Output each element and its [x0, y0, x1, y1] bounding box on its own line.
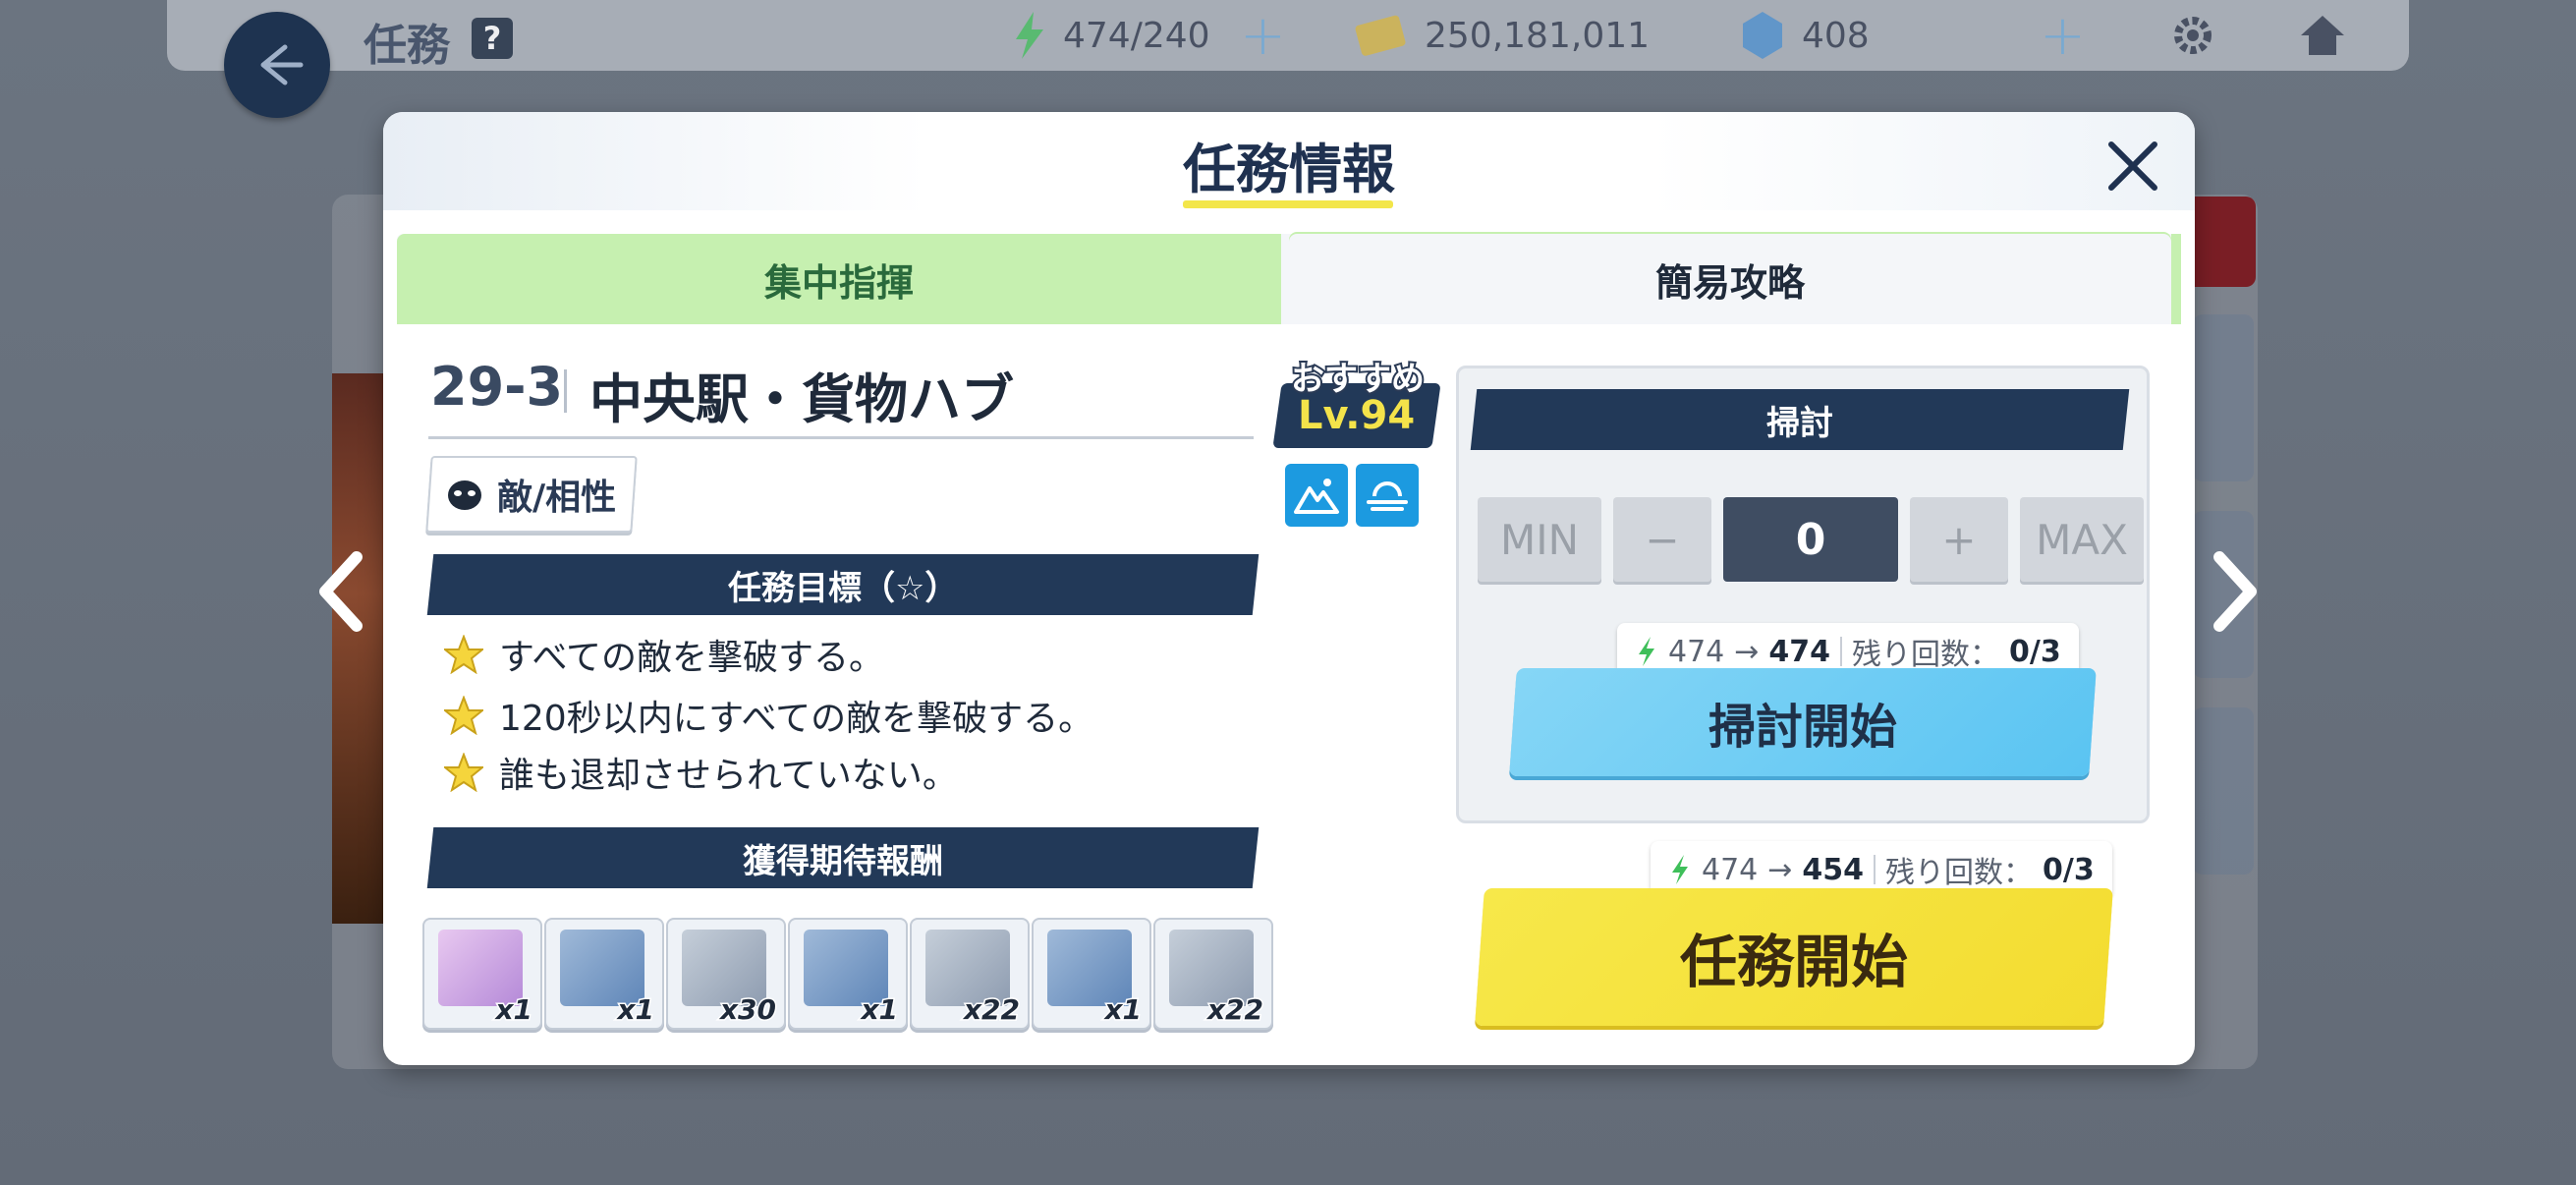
close-button[interactable]: [2099, 132, 2167, 200]
help-button[interactable]: ?: [472, 18, 513, 59]
tab-focused-command[interactable]: 集中指揮: [397, 234, 1281, 324]
reward-item[interactable]: x22: [910, 918, 1030, 1030]
arrow-left-icon: [260, 44, 304, 85]
add-gems-button[interactable]: +: [2040, 4, 2086, 68]
star-icon: [444, 635, 483, 674]
start-sweep-label: 掃討開始: [1708, 700, 1897, 755]
sweep-header: 掃討: [1470, 389, 2130, 450]
reward-quantity: x30: [718, 992, 777, 1028]
mission-info-dialog: 任務情報 集中指揮 簡易攻略 29-3 中央駅・貨物ハブ Lv.94 おすすめ …: [383, 112, 2195, 1065]
sweep-remaining: 0/3: [2009, 634, 2061, 669]
star-icon: [444, 696, 483, 735]
sweep-max-button[interactable]: MAX: [2020, 497, 2144, 582]
divider: [1874, 855, 1876, 884]
sweep-count[interactable]: 0: [1723, 497, 1898, 582]
credits-counter: 250,181,011: [1425, 16, 1651, 56]
chevron-left-icon: [319, 551, 363, 632]
background-image: [332, 373, 383, 924]
recommended-label: おすすめ: [1289, 358, 1427, 401]
objective-text: 誰も退却させられていない。: [499, 756, 958, 796]
divider: [428, 436, 1254, 439]
sweep-minus-button[interactable]: −: [1613, 497, 1711, 582]
enemy-info-button[interactable]: 敵/相性: [425, 456, 638, 533]
reward-item[interactable]: x1: [544, 918, 664, 1030]
gems-counter: 408: [1802, 16, 1870, 56]
background-card: [2193, 707, 2254, 875]
mission-ap-to: 454: [1802, 852, 1865, 887]
gem-icon: [1743, 12, 1782, 59]
enemy-info-label: 敵/相性: [497, 478, 617, 518]
reward-quantity: x1: [616, 992, 656, 1028]
reward-quantity: x1: [1103, 992, 1144, 1028]
reward-item[interactable]: x1: [788, 918, 908, 1030]
sweep-ap-to: 474: [1768, 634, 1831, 669]
start-mission-label: 任務開始: [1679, 929, 1908, 995]
reward-quantity: x22: [962, 992, 1021, 1028]
divider: [1840, 637, 1843, 666]
cloud-fog-icon: [1367, 481, 1408, 511]
objective-item: すべての敵を撃破する。: [444, 627, 884, 682]
home-icon[interactable]: [2295, 8, 2350, 63]
mission-ap-from: 474: [1702, 852, 1759, 887]
back-button[interactable]: [224, 12, 330, 118]
terrain-outdoor-button[interactable]: [1285, 464, 1348, 527]
weather-fog-button[interactable]: [1356, 464, 1419, 527]
reward-item[interactable]: x1: [422, 918, 542, 1030]
lightning-icon: [1016, 12, 1043, 59]
objective-item: 120秒以内にすべての敵を撃破する。: [444, 688, 1093, 743]
ap-counter: 474/240: [1063, 16, 1210, 56]
mountain-icon: [1294, 479, 1339, 514]
screen-title: 任務: [364, 21, 450, 71]
rewards-header: 獲得期待報酬: [426, 827, 1260, 888]
gear-icon[interactable]: [2165, 8, 2220, 63]
start-sweep-button[interactable]: 掃討開始: [1509, 668, 2097, 776]
stage-name: 中央駅・貨物ハブ: [589, 368, 1014, 430]
objectives-header: 任務目標（☆）: [426, 554, 1260, 615]
objective-text: すべての敵を撃破する。: [499, 638, 885, 678]
reward-item[interactable]: x22: [1153, 918, 1273, 1030]
lightning-icon: [1672, 855, 1688, 884]
chevron-right-icon: [2213, 551, 2257, 632]
previous-stage-button[interactable]: [307, 542, 375, 641]
arrow-right-icon: →: [1734, 634, 1760, 669]
background-card: [2193, 314, 2254, 481]
objective-text: 120秒以内にすべての敵を撃破する。: [499, 699, 1094, 739]
dialog-title: 任務情報: [1183, 139, 1395, 200]
reward-quantity: x1: [494, 992, 534, 1028]
add-ap-button[interactable]: +: [1240, 4, 1286, 68]
objective-item: 誰も退却させられていない。: [444, 745, 958, 800]
sweep-ap-from: 474: [1668, 634, 1725, 669]
tab-strip: [2171, 234, 2181, 324]
arrow-right-icon: →: [1767, 852, 1793, 887]
sweep-title: 掃討: [1766, 403, 1833, 443]
next-stage-button[interactable]: [2201, 542, 2269, 641]
lightning-icon: [1639, 637, 1654, 666]
sweep-plus-button[interactable]: +: [1910, 497, 2008, 582]
reward-item[interactable]: x1: [1032, 918, 1151, 1030]
enemy-mask-icon: [448, 480, 482, 510]
reward-quantity: x22: [1205, 992, 1264, 1028]
reward-item[interactable]: x30: [666, 918, 786, 1030]
objectives-title: 任務目標（☆）: [727, 568, 959, 608]
reward-quantity: x1: [860, 992, 900, 1028]
tab-quick-guide[interactable]: 簡易攻略: [1289, 234, 2171, 324]
stage-number: 29-3: [430, 356, 564, 418]
start-mission-button[interactable]: 任務開始: [1475, 888, 2113, 1026]
divider: [564, 369, 567, 413]
rewards-title: 獲得期待報酬: [743, 841, 943, 881]
star-icon: [444, 753, 483, 792]
close-icon: [2108, 141, 2157, 191]
mission-remaining: 0/3: [2043, 852, 2095, 887]
sweep-remaining-label: 残り回数：: [1852, 638, 2000, 672]
sweep-min-button[interactable]: MIN: [1478, 497, 1601, 582]
title-underline: [1183, 200, 1393, 208]
credit-card-icon: [1355, 15, 1406, 56]
mission-remaining-label: 残り回数：: [1885, 856, 2034, 890]
